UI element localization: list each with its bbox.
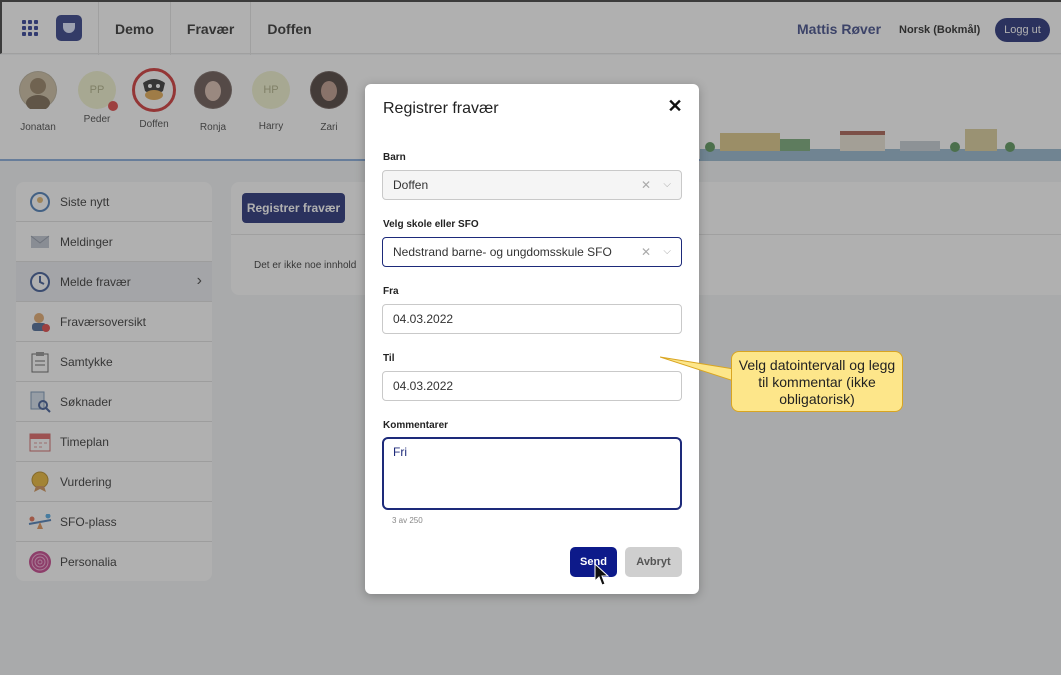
mouse-cursor-icon [594, 563, 610, 586]
child-select[interactable]: Doffen ✕ ⌵ [382, 170, 682, 200]
to-date-field[interactable]: 04.03.2022 [382, 371, 682, 401]
to-label: Til [383, 353, 395, 364]
register-absence-dialog: Registrer fravær ✕ Barn Doffen ✕ ⌵ Velg … [365, 84, 699, 594]
comment-field[interactable]: Fri [382, 437, 682, 510]
school-label: Velg skole eller SFO [383, 219, 479, 230]
clear-icon[interactable]: ✕ [641, 171, 651, 199]
from-date-value: 04.03.2022 [393, 312, 454, 326]
tooltip-callout: Velg datointervall og legg til kommentar… [731, 351, 903, 412]
character-counter: 3 av 250 [392, 516, 423, 525]
clear-icon[interactable]: ✕ [641, 238, 651, 266]
school-select-value: Nedstrand barne- og ungdomsskule SFO [393, 245, 612, 259]
from-label: Fra [383, 286, 399, 297]
close-icon[interactable]: ✕ [665, 96, 685, 116]
child-label: Barn [383, 152, 406, 163]
chevron-down-icon[interactable]: ⌵ [663, 238, 671, 266]
to-date-value: 04.03.2022 [393, 379, 454, 393]
dialog-title: Registrer fravær [383, 100, 499, 117]
callout-pointer [660, 356, 734, 382]
cancel-button[interactable]: Avbryt [625, 547, 682, 577]
from-date-field[interactable]: 04.03.2022 [382, 304, 682, 334]
chevron-down-icon[interactable]: ⌵ [663, 171, 671, 199]
child-select-value: Doffen [393, 178, 429, 192]
comment-label: Kommentarer [383, 420, 449, 431]
school-select[interactable]: Nedstrand barne- og ungdomsskule SFO ✕ ⌵ [382, 237, 682, 267]
